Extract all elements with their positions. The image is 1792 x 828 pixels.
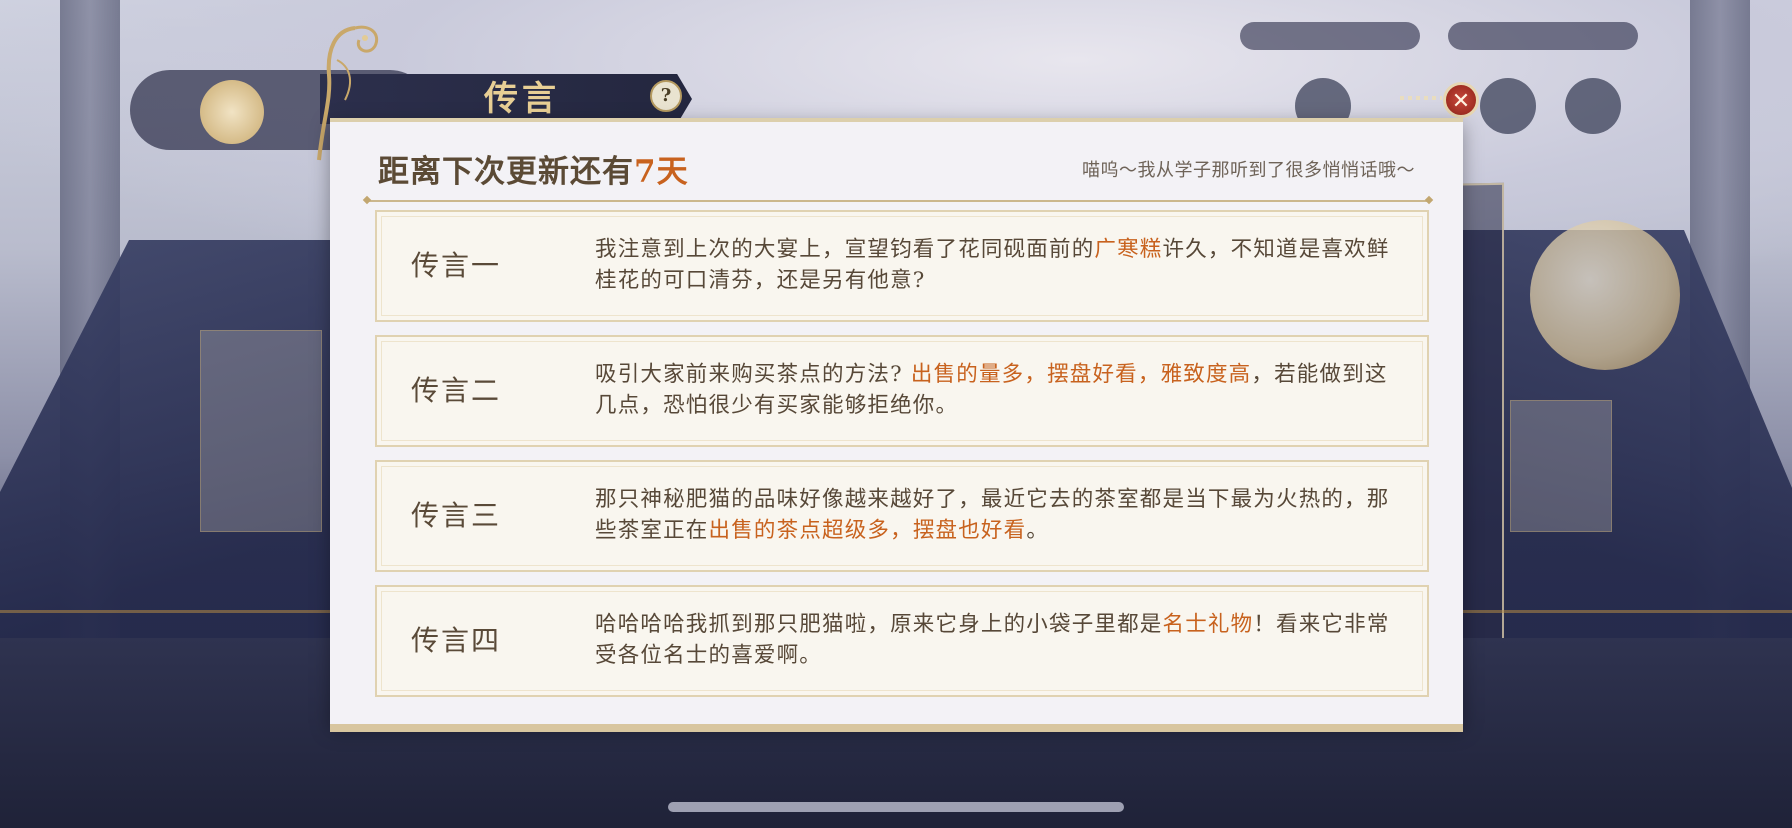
background-menu-icon bbox=[1480, 78, 1536, 134]
rumor-text: 那只神秘肥猫的品味好像越来越好了，最近它去的茶室都是当下最为火热的，那些茶室正在… bbox=[595, 484, 1395, 546]
rumor-card: 传言三 那只神秘肥猫的品味好像越来越好了，最近它去的茶室都是当下最为火热的，那些… bbox=[375, 460, 1429, 572]
rumor-label: 传言一 bbox=[411, 249, 502, 282]
rumor-label: 传言四 bbox=[411, 624, 502, 657]
rumor-text-part: 我注意到上次的大宴上，宣望钧看了花同砚面前的 bbox=[595, 237, 1095, 262]
home-indicator[interactable] bbox=[668, 802, 1124, 812]
rumor-text: 哈哈哈哈我抓到那只肥猫啦，原来它身上的小袋子里都是名士礼物！看来它非常受各位名士… bbox=[595, 609, 1395, 671]
rumor-highlight: 名士礼物 bbox=[1162, 612, 1254, 637]
countdown-days: 7天 bbox=[634, 154, 689, 190]
rumor-card: 传言二 吸引大家前来购买茶点的方法? 出售的量多，摆盘好看，雅致度高，若能做到这… bbox=[375, 335, 1429, 447]
rumor-card: 传言一 我注意到上次的大宴上，宣望钧看了花同砚面前的广寒糕许久，不知道是喜欢鲜桂… bbox=[375, 210, 1429, 322]
close-button[interactable]: ✕ bbox=[1443, 82, 1479, 118]
rumor-highlight: 广寒糕 bbox=[1094, 237, 1163, 262]
countdown-prefix: 距离下次更新还有 bbox=[378, 154, 634, 190]
close-decoration bbox=[1400, 96, 1442, 100]
background-menu-icon bbox=[1565, 78, 1621, 134]
background-resource-pill bbox=[1448, 22, 1638, 50]
divider bbox=[368, 200, 1428, 202]
cat-note: 喵呜～我从学子那听到了很多悄悄话哦～ bbox=[1082, 160, 1415, 181]
rumor-highlight: 出售的茶点超级多，摆盘也好看 bbox=[708, 518, 1027, 543]
rumor-text: 吸引大家前来购买茶点的方法? 出售的量多，摆盘好看，雅致度高，若能做到这几点，恐… bbox=[595, 359, 1395, 421]
background-plaque bbox=[200, 330, 322, 532]
rumor-text-part: 吸引大家前来购买茶点的方法? bbox=[595, 362, 911, 387]
background-plaque bbox=[1510, 400, 1612, 532]
update-countdown: 距离下次更新还有7天 bbox=[378, 146, 689, 191]
rumor-text-part: 哈哈哈哈我抓到那只肥猫啦，原来它身上的小袋子里都是 bbox=[595, 612, 1163, 637]
rumor-panel: 距离下次更新还有7天 喵呜～我从学子那听到了很多悄悄话哦～ 传言一 我注意到上次… bbox=[330, 118, 1463, 732]
window-title: 传言 bbox=[484, 79, 560, 119]
help-button[interactable]: ? bbox=[650, 80, 682, 112]
medal-icon bbox=[200, 80, 264, 144]
rumor-label: 传言三 bbox=[411, 499, 502, 532]
rumor-highlight: 出售的量多，摆盘好看，雅致度高 bbox=[910, 362, 1252, 387]
rumor-label: 传言二 bbox=[411, 374, 502, 407]
panel-bottom-edge bbox=[330, 724, 1463, 732]
background-cushion bbox=[1530, 220, 1680, 370]
rumor-card: 传言四 哈哈哈哈我抓到那只肥猫啦，原来它身上的小袋子里都是名士礼物！看来它非常受… bbox=[375, 585, 1429, 697]
rumor-text-part: 。 bbox=[1026, 518, 1050, 543]
background-resource-pill bbox=[1240, 22, 1420, 50]
rumor-text: 我注意到上次的大宴上，宣望钧看了花同砚面前的广寒糕许久，不知道是喜欢鲜桂花的可口… bbox=[595, 234, 1395, 296]
